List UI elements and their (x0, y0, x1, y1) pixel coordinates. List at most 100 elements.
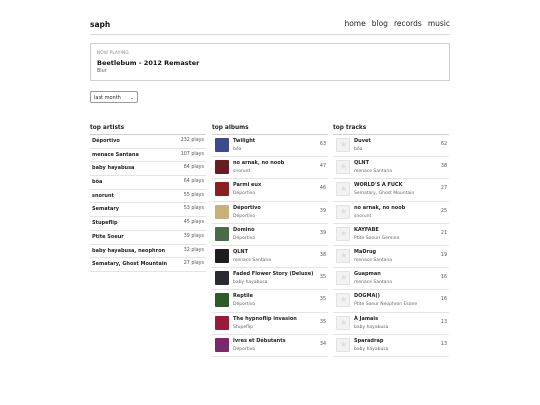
period-select[interactable]: last month ⌄ (90, 91, 138, 103)
album-artist: Déportivo (233, 213, 256, 219)
star-placeholder-icon (336, 226, 350, 241)
track-row[interactable]: MaDrug menace Santana 19 (333, 246, 449, 269)
artist-row[interactable]: baby hayabusa, neophron 32 plays (90, 245, 206, 259)
album-artist: Déportivo (233, 346, 256, 352)
track-row[interactable]: DOGMA() Ptite Soeur Neophron Esone 16 (333, 290, 449, 313)
album-row[interactable]: Déportivo Déportivo 39 (212, 202, 328, 224)
album-play-count: 39 (319, 208, 326, 214)
track-title: Guapman (354, 271, 381, 278)
album-artist: menace Santana (233, 257, 272, 263)
artist-name: bôa (92, 179, 103, 186)
album-title: Déportivo (233, 204, 261, 211)
track-row[interactable]: no arnak, no noob snorunt 25 (333, 202, 449, 224)
star-placeholder-icon (336, 271, 350, 286)
track-artist: snorunt (354, 213, 372, 219)
album-title: QLNT (233, 248, 249, 255)
artist-row[interactable]: Ptite Soeur 39 plays (90, 231, 206, 245)
track-title: À Jamais (354, 315, 379, 322)
album-artist: Stupeflip (233, 324, 254, 330)
track-artist: menace Santana (354, 257, 393, 263)
track-row[interactable]: Guapman menace Santana 16 (333, 268, 449, 291)
artist-plays: 53 plays (183, 206, 204, 212)
album-play-count: 47 (319, 164, 326, 170)
artist-row[interactable]: Sematary 53 plays (90, 203, 206, 218)
artist-row[interactable]: Déportivo 232 plays (90, 135, 206, 149)
main-nav: home blog records music (344, 19, 450, 28)
album-row[interactable]: Faded Flower Story (Deluxe) baby hayabusa… (212, 268, 328, 291)
artist-name: menace Santana (92, 151, 139, 158)
album-artist: Déportivo (233, 235, 256, 241)
track-play-count: 25 (440, 208, 447, 214)
top-artists-section: top artists Déportivo 232 plays menace San… (90, 125, 206, 272)
top-artists-title: top artists (90, 125, 206, 135)
album-play-count: 35 (319, 319, 326, 325)
artist-row[interactable]: Sematary, Ghost Mountain 27 plays (90, 258, 206, 272)
artist-row[interactable]: baby hayabusa 84 plays (90, 162, 206, 177)
album-title: Twilight (233, 138, 256, 144)
album-play-count: 34 (319, 341, 326, 347)
album-cover-image (215, 271, 229, 286)
album-row[interactable]: Domino Déportivo 39 (212, 224, 328, 246)
artist-plays: 27 plays (183, 261, 204, 267)
artist-row[interactable]: menace Santana 107 plays (90, 149, 206, 163)
album-cover-image (215, 337, 229, 352)
album-row[interactable]: no arnak, no noob snorunt 47 (212, 157, 328, 180)
album-row[interactable]: Ivres et Débutants Déportivo 34 (212, 335, 328, 357)
star-placeholder-icon (336, 204, 350, 219)
track-title: QLNT (354, 160, 370, 167)
album-title: Reptile (233, 293, 254, 300)
album-artist: Déportivo (233, 302, 256, 308)
track-title: Duvet (354, 138, 371, 144)
track-artist: Ptite Soeur/ Gemino (354, 235, 400, 241)
album-row[interactable]: QLNT menace Santana 38 (212, 246, 328, 269)
artist-plays: 32 plays (183, 247, 204, 253)
track-row[interactable]: KAYFABE Ptite Soeur/ Gemino 21 (333, 224, 449, 246)
artist-plays: 55 plays (183, 192, 204, 198)
album-row[interactable]: The hypnoflip invasion Stupeflip 35 (212, 313, 328, 335)
nav-music-link[interactable]: music (428, 19, 450, 28)
track-play-count: 16 (440, 297, 447, 303)
track-row[interactable]: À Jamais baby hayabusa 13 (333, 313, 449, 335)
top-albums-title: top albums (212, 125, 328, 135)
nav-home-link[interactable]: home (344, 19, 365, 28)
track-title: MaDrug (354, 248, 377, 255)
album-play-count: 63 (319, 142, 326, 147)
nav-records-link[interactable]: records (394, 19, 422, 28)
track-row[interactable]: QLNT menace Santana 38 (333, 157, 449, 180)
artist-row[interactable]: bôa 64 plays (90, 176, 206, 190)
album-artist: bôa (233, 147, 242, 152)
track-artist: Ptite Soeur Neophron Esone (354, 302, 418, 308)
star-placeholder-icon (336, 138, 350, 152)
site-brand[interactable]: saph (90, 20, 110, 29)
track-row[interactable]: WORLD'S A FUCK Sematary, Ghost Mountain 27 (333, 179, 449, 202)
artist-plays: 84 plays (183, 165, 204, 171)
top-tracks-title: top tracks (333, 125, 449, 135)
now-playing-artist: Blur (97, 69, 107, 74)
chevron-down-icon: ⌄ (129, 95, 134, 101)
artist-row[interactable]: Stupeflip 45 plays (90, 217, 206, 231)
album-row[interactable]: Reptile Déportivo 35 (212, 290, 328, 313)
header-divider (90, 34, 450, 35)
nav-blog-link[interactable]: blog (372, 19, 388, 28)
artist-row[interactable]: snorunt 55 plays (90, 190, 206, 204)
track-title: no arnak, no noob (354, 204, 406, 211)
album-title: Domino (233, 226, 255, 233)
track-play-count: 21 (440, 230, 447, 236)
track-row[interactable]: Duvet bôa 62 (333, 135, 449, 158)
album-row[interactable]: Twilight bôa 63 (212, 135, 328, 158)
track-play-count: 16 (440, 275, 447, 281)
track-row[interactable]: Sparadrap baby hayabusa 13 (333, 335, 449, 357)
top-albums-list: Twilight bôa 63 no arnak, no noob snorunt 47 P… (212, 135, 328, 357)
now-playing-title: Beetlebum - 2012 Remaster (97, 59, 200, 67)
period-select-value: last month (94, 95, 121, 101)
album-artist: Déportivo (233, 191, 256, 197)
top-artists-list: Déportivo 232 plays menace Santana 107 play… (90, 135, 206, 272)
album-row[interactable]: Parmi eux Déportivo 46 (212, 179, 328, 202)
artist-name: Ptite Soeur (92, 233, 124, 240)
album-cover-image (215, 226, 229, 241)
artist-plays: 64 plays (183, 179, 204, 185)
track-play-count: 19 (440, 252, 447, 258)
album-cover-image (215, 138, 229, 152)
album-cover-image (215, 182, 229, 197)
track-artist: bôa (354, 147, 363, 152)
